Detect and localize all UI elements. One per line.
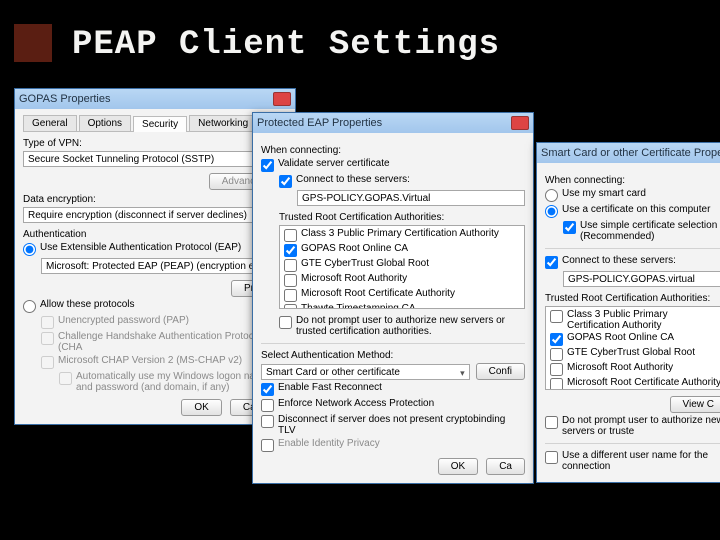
data-encryption-dropdown[interactable]: Require encryption (disconnect if server… bbox=[23, 207, 287, 223]
trca-item[interactable]: GOPAS Root Online CA bbox=[284, 243, 520, 257]
check-pap-label: Unencrypted password (PAP) bbox=[58, 315, 189, 326]
smartcard-properties-window: Smart Card or other Certificate Properti… bbox=[536, 142, 720, 483]
peap-when-connecting-label: When connecting: bbox=[261, 145, 525, 156]
check-connect-servers[interactable]: Connect to these servers: bbox=[279, 174, 525, 188]
check-enforce-nap[interactable]: Enforce Network Access Protection bbox=[261, 398, 525, 412]
check-connect-servers-input[interactable] bbox=[279, 175, 292, 188]
trca-item[interactable]: GTE CyberTrust Global Root bbox=[550, 347, 720, 361]
close-icon[interactable] bbox=[273, 92, 291, 106]
check-pap-input bbox=[41, 316, 54, 329]
connect-servers-input[interactable]: GPS-POLICY.GOPAS.Virtual bbox=[297, 190, 525, 206]
auth-method-label: Select Authentication Method: bbox=[261, 350, 525, 361]
tab-options[interactable]: Options bbox=[79, 115, 131, 131]
peap-trca-listbox[interactable]: Class 3 Public Primary Certification Aut… bbox=[279, 225, 525, 309]
check-no-prompt-label: Do not prompt user to authorize new serv… bbox=[296, 315, 525, 337]
trca-item[interactable]: Class 3 Public Primary Certification Aut… bbox=[284, 228, 520, 242]
tab-networking[interactable]: Networking bbox=[189, 115, 257, 131]
smart-trca-label: Trusted Root Certification Authorities: bbox=[545, 293, 720, 304]
gopas-title: GOPAS Properties bbox=[19, 93, 111, 105]
connect-servers-input[interactable]: GPS-POLICY.GOPAS.virtual bbox=[563, 271, 720, 287]
check-fast-reconnect[interactable]: Enable Fast Reconnect bbox=[261, 382, 525, 396]
trca-item[interactable]: GTE CyberTrust Global Root bbox=[284, 258, 520, 272]
smart-trca-listbox[interactable]: Class 3 Public Primary Certification Aut… bbox=[545, 306, 720, 390]
tab-security[interactable]: Security bbox=[133, 116, 187, 132]
gopas-tabs: General Options Security Networking Shar… bbox=[23, 115, 287, 132]
smartcard-titlebar[interactable]: Smart Card or other Certificate Properti… bbox=[537, 143, 720, 163]
check-mschap-label: Microsoft CHAP Version 2 (MS-CHAP v2) bbox=[58, 355, 242, 366]
trca-item[interactable]: Microsoft Root Certificate Authority bbox=[284, 288, 520, 302]
check-chap-input bbox=[41, 332, 54, 345]
check-pap: Unencrypted password (PAP) bbox=[41, 315, 287, 329]
trca-item[interactable]: Microsoft Root Certificate Authority bbox=[550, 377, 720, 390]
check-mschap-input bbox=[41, 356, 54, 369]
peap-properties-window: Protected EAP Properties When connecting… bbox=[252, 112, 534, 484]
trca-item[interactable]: Microsoft Root Authority bbox=[550, 362, 720, 376]
check-simple-selection[interactable]: Use simple certificate selection (Recomm… bbox=[563, 220, 720, 242]
view-certificate-button[interactable]: View C bbox=[670, 396, 720, 413]
smartcard-title: Smart Card or other Certificate Properti… bbox=[541, 147, 720, 159]
check-connect-servers[interactable]: Connect to these servers: bbox=[545, 255, 720, 269]
gopas-titlebar[interactable]: GOPAS Properties bbox=[15, 89, 295, 109]
check-no-prompt[interactable]: Do not prompt user to authorize new serv… bbox=[279, 315, 525, 337]
tab-general[interactable]: General bbox=[23, 115, 77, 131]
slide-title: PEAP Client Settings bbox=[72, 26, 500, 64]
trca-item[interactable]: Microsoft Root Authority bbox=[284, 273, 520, 287]
peap-title: Protected EAP Properties bbox=[257, 117, 382, 129]
peap-trca-label: Trusted Root Certification Authorities: bbox=[279, 212, 525, 223]
radio-use-certificate[interactable]: Use a certificate on this computer bbox=[545, 204, 720, 218]
check-no-prompt-input[interactable] bbox=[279, 316, 292, 329]
trca-item[interactable]: GOPAS Root Online CA bbox=[550, 332, 720, 346]
radio-use-eap[interactable]: Use Extensible Authentication Protocol (… bbox=[23, 242, 287, 256]
check-no-prompt[interactable]: Do not prompt user to authorize new serv… bbox=[545, 415, 720, 437]
check-validate-server-cert-label: Validate server certificate bbox=[278, 158, 390, 169]
radio-allow-protocols-label: Allow these protocols bbox=[40, 299, 135, 310]
check-validate-server-cert[interactable]: Validate server certificate bbox=[261, 158, 525, 172]
close-icon[interactable] bbox=[511, 116, 529, 130]
title-accent bbox=[14, 24, 52, 62]
check-validate-server-cert-input[interactable] bbox=[261, 159, 274, 172]
ok-button[interactable]: OK bbox=[438, 458, 478, 475]
check-different-username[interactable]: Use a different user name for the connec… bbox=[545, 450, 720, 472]
radio-allow-protocols[interactable]: Allow these protocols bbox=[23, 299, 287, 313]
radio-use-eap-input[interactable] bbox=[23, 243, 36, 256]
ok-button[interactable]: OK bbox=[181, 399, 221, 416]
auth-method-dropdown[interactable]: Smart Card or other certificate bbox=[261, 364, 470, 380]
trca-item[interactable]: Thawte Timestamping CA bbox=[284, 303, 520, 309]
check-chap: Challenge Handshake Authentication Proto… bbox=[41, 331, 287, 353]
check-mschap: Microsoft CHAP Version 2 (MS-CHAP v2) bbox=[41, 355, 287, 369]
check-cryptobinding[interactable]: Disconnect if server does not present cr… bbox=[261, 414, 525, 436]
cancel-button[interactable]: Ca bbox=[486, 458, 525, 475]
peap-titlebar[interactable]: Protected EAP Properties bbox=[253, 113, 533, 133]
check-identity-privacy[interactable]: Enable Identity Privacy bbox=[261, 438, 525, 452]
trca-item[interactable]: Class 3 Public Primary Certification Aut… bbox=[550, 309, 720, 331]
configure-button[interactable]: Confi bbox=[476, 363, 525, 380]
data-encryption-label: Data encryption: bbox=[23, 194, 287, 205]
check-connect-servers-label: Connect to these servers: bbox=[296, 174, 410, 185]
eap-method-dropdown[interactable]: Microsoft: Protected EAP (PEAP) (encrypt… bbox=[41, 258, 287, 274]
radio-use-smartcard[interactable]: Use my smart card bbox=[545, 188, 720, 202]
smart-when-connecting-label: When connecting: bbox=[545, 175, 720, 186]
check-auto-windows-logon-input bbox=[59, 372, 72, 385]
radio-allow-protocols-input[interactable] bbox=[23, 300, 36, 313]
authentication-label: Authentication bbox=[23, 229, 287, 240]
radio-use-eap-label: Use Extensible Authentication Protocol (… bbox=[40, 242, 241, 253]
vpn-type-dropdown[interactable]: Secure Socket Tunneling Protocol (SSTP) bbox=[23, 151, 287, 167]
vpn-type-label: Type of VPN: bbox=[23, 138, 287, 149]
